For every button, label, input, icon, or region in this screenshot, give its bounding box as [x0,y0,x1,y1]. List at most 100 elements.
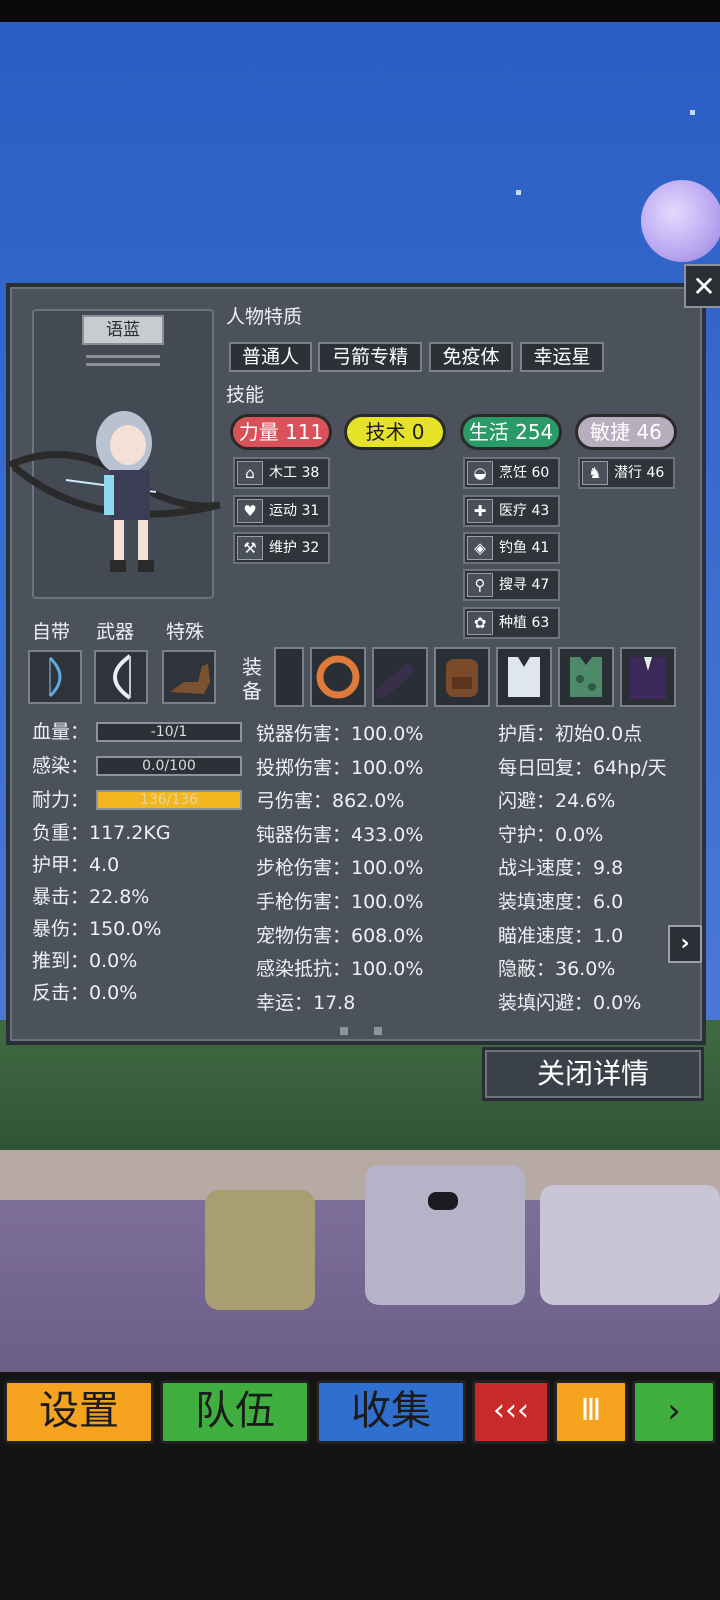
stat-bow-damage: 弓伤害：862.0% [256,790,405,813]
team-button[interactable]: 队伍 [160,1380,310,1444]
fish-icon: ◈ [467,536,493,560]
play-button[interactable]: › [632,1380,716,1444]
stat-pet-damage: 宠物伤害：608.0% [256,924,424,947]
stat-knockdown: 推到：0.0% [32,950,138,972]
stat-throw-damage: 投掷伤害：100.0% [256,756,424,779]
equipment-label: 装备 [242,655,262,703]
subskill-fishing[interactable]: ◈ 钓鱼 41 [463,532,560,564]
hp-label: 血量： [32,721,90,743]
backpack-icon [446,659,478,697]
subskill-sport[interactable]: ♥ 运动 31 [233,495,330,527]
stat-reload-speed: 装填速度：6.0 [498,890,624,913]
stat-aim-speed: 瞄准速度：1.0 [498,924,624,947]
stealth-icon: ♞ [582,461,608,485]
stamina-bar: 136/136 [96,790,242,810]
traits-title: 人物特质 [226,306,303,328]
flower-icon: ✿ [467,611,493,635]
subskill-carpentry[interactable]: ⌂ 木工 38 [233,457,330,489]
subskill-cooking[interactable]: ◒ 烹饪 60 [463,457,560,489]
camo-vest-icon [570,657,602,697]
status-bar [0,0,720,22]
builtin-slot-label: 自带 [32,621,71,643]
stat-rifle-damage: 步枪伤害：100.0% [256,857,424,880]
black-cat [428,1192,458,1210]
hp-value: -10/1 [150,724,188,740]
character-sprite [8,411,221,572]
trait-tag[interactable]: 免疫体 [429,342,513,372]
stat-crit-damage: 暴伤：150.0% [32,918,162,940]
builtin-slot[interactable] [28,650,82,704]
equipment-slot-flashlight[interactable] [372,647,428,707]
flashlight-icon [375,664,415,699]
portrait-divider [86,355,160,358]
wrench-icon: ⚒ [237,536,263,560]
white-van [365,1165,525,1305]
skills-title: 技能 [226,384,265,406]
subskill-planting[interactable]: ✿ 种植 63 [463,607,560,639]
skill-strength[interactable]: 力量 111 [230,414,332,450]
dog-pet-icon [170,664,210,694]
equipment-slot-camo-vest[interactable] [558,647,614,707]
stat-pistol-damage: 手枪伤害：100.0% [256,890,424,913]
stat-daily-regen: 每日回复：64hp/天 [498,756,667,779]
subskill-search[interactable]: ⚲ 搜寻 47 [463,569,560,601]
longbow-icon [113,654,132,700]
next-page-button[interactable]: › [668,925,702,963]
stat-combat-speed: 战斗速度：9.8 [498,857,624,880]
portrait-divider [86,363,160,366]
yellow-car [205,1190,315,1310]
equipment-slot-vest[interactable] [496,647,552,707]
close-details-button[interactable]: 关闭详情 [482,1047,704,1101]
trait-tag[interactable]: 普通人 [229,342,312,372]
close-icon[interactable]: ✕ [684,264,720,308]
equipment-slot-empty[interactable] [274,647,304,707]
silver-car [540,1185,720,1305]
equipment-slot-backpack[interactable] [434,647,490,707]
stamina-value: 136/136 [139,792,199,808]
stats-left-column: 负重：117.2KG 护甲：4.0 暴击：22.8% 暴伤：150.0% 推到：… [32,817,171,1009]
stat-counter: 反击：0.0% [32,982,138,1004]
character-name: 语蓝 [82,315,164,345]
equipment-slot-ring[interactable] [310,647,366,707]
star-decoration [690,110,695,115]
infection-value: 0.0/100 [142,758,196,774]
vest-icon [508,657,540,697]
pager-dots [340,1027,390,1035]
stat-sharp-damage: 锐器伤害：100.0% [256,723,424,745]
suit-icon [630,657,666,699]
medkit-icon: ✚ [467,499,493,523]
star-decoration [516,190,521,195]
stat-load: 负重：117.2KG [32,822,171,844]
subskill-stealth[interactable]: ♞ 潜行 46 [578,457,675,489]
stat-reload-dodge: 装填闪避：0.0% [498,991,642,1014]
stat-guard: 守护：0.0% [498,823,604,846]
equipment-slot-suit[interactable] [620,647,676,707]
magnifier-icon: ⚲ [467,573,493,597]
stat-concealment: 隐蔽：36.0% [498,958,616,981]
trait-tag[interactable]: 幸运星 [520,342,604,372]
weapon-slot[interactable] [94,650,148,704]
stats-middle-column: 锐器伤害：100.0% 投掷伤害：100.0% 弓伤害：862.0% 钝器伤害：… [256,718,423,1020]
special-slot[interactable] [162,650,216,704]
trait-tag[interactable]: 弓箭专精 [318,342,422,372]
rewind-button[interactable]: ‹‹‹ [472,1380,550,1444]
settings-button[interactable]: 设置 [4,1380,154,1444]
pause-button[interactable]: Ⅲ [554,1380,628,1444]
pager-dot [374,1027,382,1035]
collect-button[interactable]: 收集 [316,1380,466,1444]
skill-life[interactable]: 生活 254 [460,414,562,450]
heart-icon: ♥ [237,499,263,523]
skill-technique[interactable]: 技术 0 [344,414,446,450]
pager-dot [340,1027,348,1035]
stat-crit: 暴击：22.8% [32,886,150,908]
subskill-maintenance[interactable]: ⚒ 维护 32 [233,532,330,564]
subskill-medical[interactable]: ✚ 医疗 43 [463,495,560,527]
moon-decoration [641,180,720,262]
weapon-slot-label: 武器 [96,621,135,643]
infection-label: 感染： [32,755,90,777]
stat-shield: 护盾：初始0.0点 [498,723,643,745]
skill-agility[interactable]: 敏捷 46 [575,414,677,450]
stat-blunt-damage: 钝器伤害：433.0% [256,823,424,846]
pot-icon: ◒ [467,461,493,485]
stat-armor: 护甲：4.0 [32,854,120,876]
